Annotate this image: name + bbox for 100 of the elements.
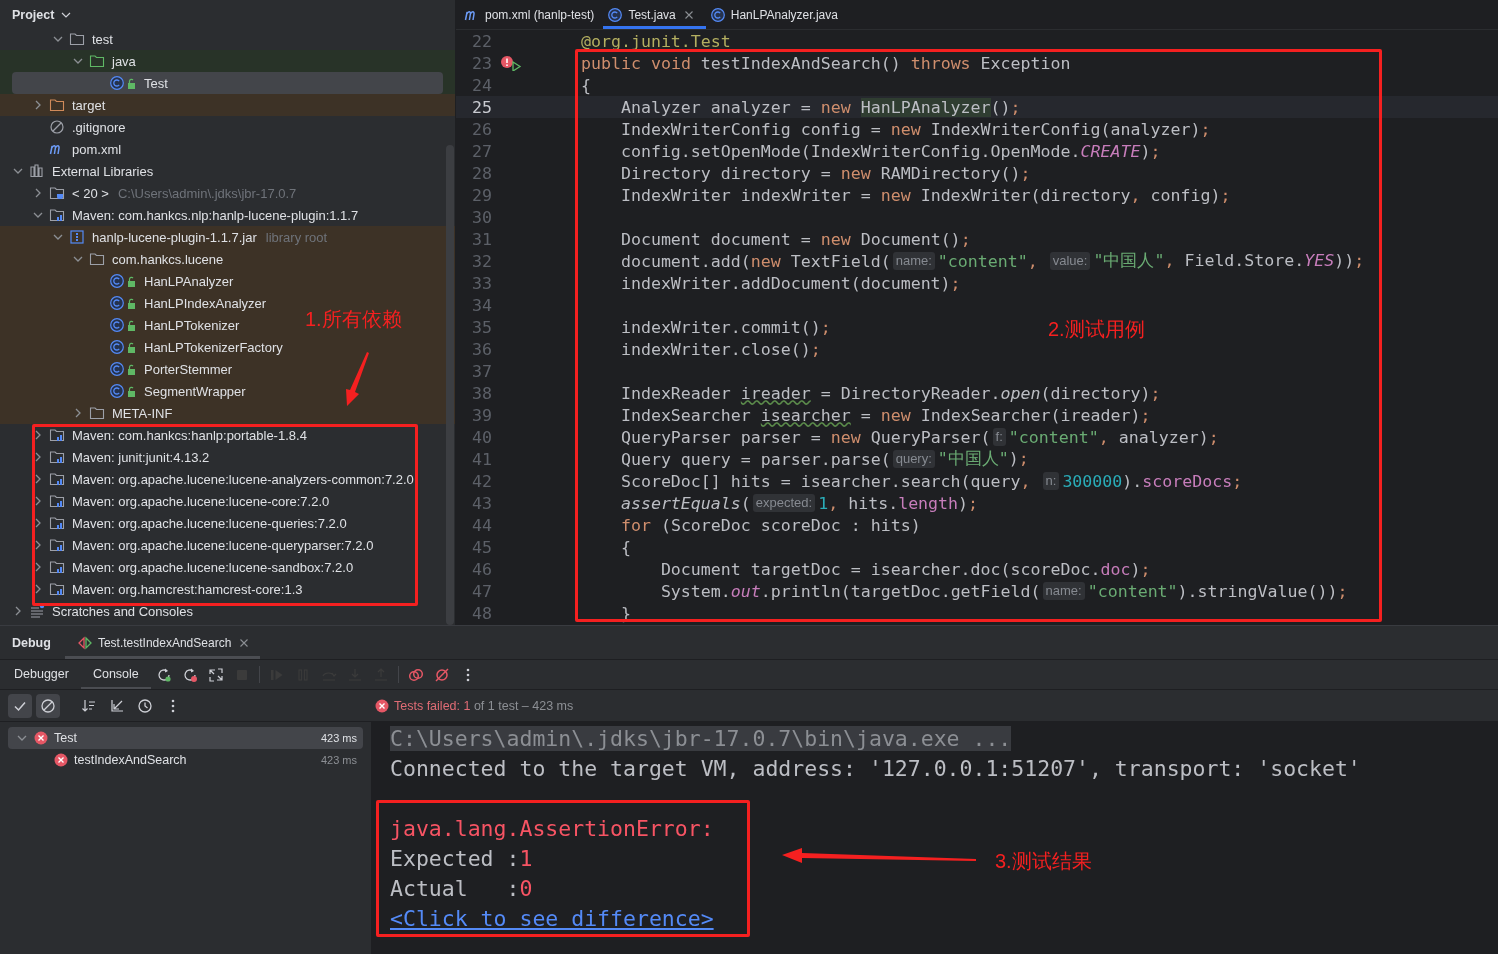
rerun-icon[interactable] <box>181 666 198 683</box>
ban-icon <box>40 697 56 714</box>
test-result-row[interactable]: testIndexAndSearch 423 ms <box>8 749 363 771</box>
tree-item[interactable]: HanLPTokenizerFactory <box>0 336 287 358</box>
item-label: HanLPIndexAnalyzer <box>144 295 267 311</box>
item-label: Maven: org.apache.lucene:lucene-sandbox:7.2.0 <box>72 559 354 575</box>
panel-tab[interactable]: Debugger <box>2 660 81 689</box>
code-text: 300000).scoreDocs; <box>1062 471 1243 491</box>
parameter-hint: f: <box>992 428 1006 446</box>
folder-icon <box>89 53 105 69</box>
tree-item[interactable]: Maven: org.apache.lucene:lucene-analyzers-common:7.2.0 <box>0 468 418 490</box>
tree-item[interactable]: Scratches and Consoles <box>0 600 197 622</box>
code-text: { <box>619 537 631 557</box>
tree-item[interactable]: META-INF <box>0 402 177 424</box>
tree-item[interactable]: Maven: org.apache.lucene:lucene-core:7.2.0 <box>0 490 334 512</box>
run-debug-icon <box>76 634 93 651</box>
error-run-icon[interactable] <box>500 55 522 71</box>
item-label: Maven: org.hamcrest:hamcrest-core:1.3 <box>72 581 303 597</box>
test-result-row[interactable]: Test 423 ms <box>8 727 363 749</box>
library-folder-icon <box>49 537 65 553</box>
libraries-icon <box>29 163 45 179</box>
tree-item[interactable]: Maven: org.apache.lucene:lucene-sandbox:7.2.0 <box>0 556 358 578</box>
expected-line: Expected :1 <box>390 845 533 871</box>
tree-item[interactable]: < 20 > C:\Users\admin\.jdks\jbr-17.0.7 <box>0 182 301 204</box>
arrows-icon[interactable] <box>207 666 224 683</box>
difference-link[interactable]: <Click to see difference> <box>390 905 714 931</box>
editor-tab[interactable]: Test.java <box>603 0 706 29</box>
line-number: 33 <box>471 273 492 293</box>
tree-item[interactable]: hanlp-lucene-plugin-1.1.7.jar library root <box>0 226 332 248</box>
tree-item[interactable]: HanLPTokenizer <box>0 314 244 336</box>
code-text: for (ScoreDoc scoreDoc : hits) <box>619 515 921 535</box>
tree-item[interactable]: HanLPIndexAnalyzer <box>0 292 271 314</box>
parameter-hint: expected: <box>752 494 816 512</box>
item-hint: C:\Users\admin\.jdks\jbr-17.0.7 <box>117 185 297 201</box>
tree-item[interactable]: com.hankcs.lucene <box>0 248 228 270</box>
class-icon <box>109 317 137 333</box>
code-text: config.setOpenMode(IndexWriterConfig.OpenMode.CREATE); <box>619 141 1161 161</box>
test-duration: 423 ms <box>320 732 358 744</box>
scrollbar[interactable] <box>446 145 454 625</box>
breakpoints-icon[interactable] <box>407 666 424 683</box>
code-text: Query query = parser.parse( <box>619 449 891 469</box>
session-tab[interactable]: Test.testIndexAndSearch <box>64 626 261 659</box>
annotation-label: 1.所有依赖 <box>305 307 402 332</box>
line-number: 37 <box>471 361 492 381</box>
tree-item[interactable]: Maven: com.hankcs.nlp:hanlp-lucene-plugin:1.1.7 <box>0 204 363 226</box>
test-name: Test <box>54 731 78 745</box>
tree-item[interactable]: SegmentWrapper <box>0 380 250 402</box>
tree-item[interactable]: Maven: org.apache.lucene:lucene-queryparser:7.2.0 <box>0 534 378 556</box>
mute-breakpoints-icon[interactable] <box>433 666 450 683</box>
item-label: pom.xml <box>72 141 122 157</box>
line-number: 24 <box>471 75 492 95</box>
tree-item[interactable]: PorterStemmer <box>0 358 237 380</box>
code-text: Directory directory = new RAMDirectory(); <box>619 163 1031 183</box>
tree-item[interactable]: Maven: org.apache.lucene:lucene-queries:7.2.0 <box>0 512 351 534</box>
tree-item[interactable]: Maven: com.hankcs:hanlp:portable-1.8.4 <box>0 424 311 446</box>
item-label: Maven: junit:junit:4.13.2 <box>72 449 210 465</box>
annotation-label: 3.测试结果 <box>995 849 1092 874</box>
test-duration: 423 ms <box>320 754 358 766</box>
parameter-hint: name: <box>1042 582 1085 600</box>
panel-title: Debug <box>12 635 51 650</box>
tree-item[interactable]: test <box>0 28 117 50</box>
line-number: 46 <box>471 559 492 579</box>
line-number: 47 <box>471 581 492 601</box>
tree-item[interactable]: .gitignore <box>0 116 130 138</box>
class-icon <box>109 273 137 289</box>
tree-item[interactable]: Test <box>12 72 443 94</box>
jar-icon <box>69 229 85 245</box>
tree-item[interactable]: target <box>0 94 110 116</box>
item-label: test <box>92 31 113 47</box>
panel-title[interactable]: Project <box>12 8 55 22</box>
item-label: Maven: com.hankcs:hanlp:portable-1.8.4 <box>72 427 307 443</box>
line-number: 35 <box>471 317 492 337</box>
editor-tab[interactable]: pom.xml (hanlp-test) <box>460 0 604 29</box>
folder-icon <box>89 251 105 267</box>
tree-item[interactable]: HanLPAnalyzer <box>0 270 238 292</box>
tree-item[interactable]: java <box>0 50 140 72</box>
line-number: 30 <box>471 207 492 227</box>
ban-toggle[interactable] <box>36 693 60 718</box>
history-icon <box>137 697 153 714</box>
class-icon <box>109 383 137 399</box>
check-toggle[interactable] <box>8 693 32 718</box>
item-label: Maven: org.apache.lucene:lucene-core:7.2.0 <box>72 493 330 509</box>
line-number: 27 <box>471 141 492 161</box>
tree-item[interactable]: pom.xml <box>0 138 126 160</box>
code-text: IndexReader ireader = DirectoryReader.open(directory); <box>619 383 1161 403</box>
code-text: "中国人"); <box>937 448 1029 470</box>
line-number: 48 <box>471 603 492 623</box>
item-label: com.hankcs.lucene <box>112 251 224 267</box>
library-folder-icon <box>49 581 65 597</box>
folder-icon <box>49 97 65 113</box>
rerun-icon[interactable] <box>155 666 172 683</box>
sort-icon <box>81 697 97 714</box>
tree-item[interactable]: External Libraries <box>0 160 158 182</box>
panel-tab[interactable]: Console <box>80 660 151 689</box>
item-label: PorterStemmer <box>144 361 233 377</box>
tree-item[interactable]: Maven: junit:junit:4.13.2 <box>0 446 214 468</box>
editor-tab[interactable]: HanLPAnalyzer.java <box>705 0 847 29</box>
line-number: 44 <box>471 515 492 535</box>
tree-item[interactable]: Maven: org.hamcrest:hamcrest-core:1.3 <box>0 578 307 600</box>
line-number: 28 <box>471 163 492 183</box>
